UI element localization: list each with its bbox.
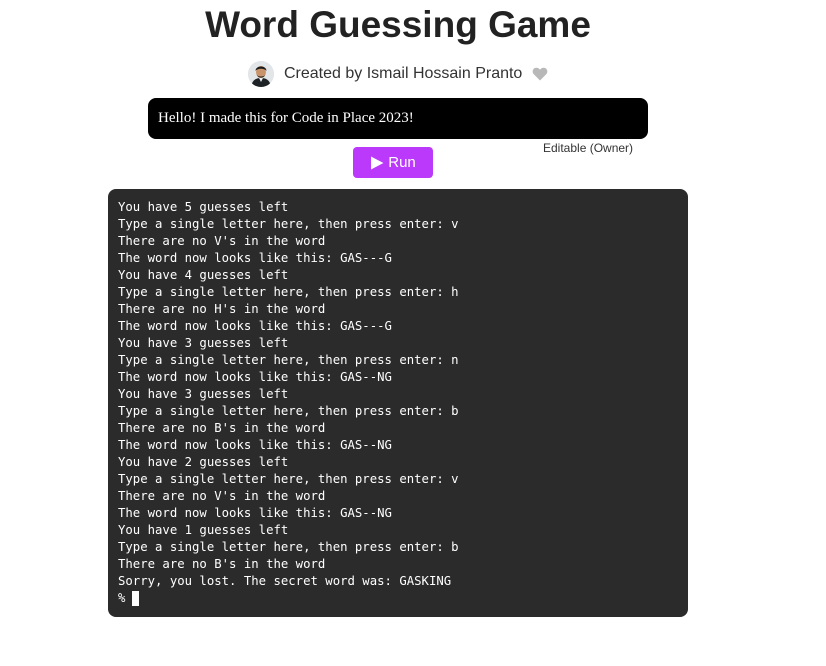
terminal-prompt-line[interactable]: %: [118, 590, 678, 607]
terminal-line: Type a single letter here, then press en…: [118, 472, 459, 486]
terminal-line: There are no B's in the word: [118, 557, 326, 571]
terminal-line: You have 3 guesses left: [118, 387, 289, 401]
terminal-line: You have 3 guesses left: [118, 336, 289, 350]
terminal-prompt: %: [118, 591, 126, 605]
heart-icon[interactable]: [532, 66, 548, 82]
run-button[interactable]: Run: [353, 147, 433, 178]
terminal-line: There are no V's in the word: [118, 234, 326, 248]
terminal-output[interactable]: You have 5 guesses left Type a single le…: [108, 189, 688, 617]
terminal-line: The word now looks like this: GAS---G: [118, 251, 392, 265]
play-icon: [370, 156, 384, 170]
terminal-line: Type a single letter here, then press en…: [118, 353, 459, 367]
terminal-line: You have 1 guesses left: [118, 523, 289, 537]
terminal-line: The word now looks like this: GAS--NG: [118, 370, 392, 384]
author-avatar[interactable]: [248, 61, 274, 87]
author-credit: Created by Ismail Hossain Pranto: [284, 65, 523, 82]
play-triangle: [371, 156, 384, 169]
terminal-line: The word now looks like this: GAS--NG: [118, 506, 392, 520]
terminal-line: Sorry, you lost. The secret word was: GA…: [118, 574, 452, 588]
terminal-cursor: [132, 591, 140, 606]
terminal-line: You have 4 guesses left: [118, 268, 289, 282]
edit-status-label: Editable (Owner): [543, 141, 634, 155]
terminal-line: There are no H's in the word: [118, 302, 326, 316]
avatar-image: [248, 61, 274, 87]
terminal-line: Type a single letter here, then press en…: [118, 285, 459, 299]
terminal-line: The word now looks like this: GAS--NG: [118, 438, 392, 452]
terminal-line: The word now looks like this: GAS---G: [118, 319, 392, 333]
terminal-line: You have 5 guesses left: [118, 200, 289, 214]
terminal-line: There are no V's in the word: [118, 489, 326, 503]
terminal-line: You have 2 guesses left: [118, 455, 289, 469]
terminal-line: Type a single letter here, then press en…: [118, 540, 459, 554]
terminal-line: Type a single letter here, then press en…: [118, 404, 459, 418]
terminal-line: There are no B's in the word: [118, 421, 326, 435]
author-byline: Created by Ismail Hossain Pranto: [248, 60, 548, 88]
terminal-line: Type a single letter here, then press en…: [118, 217, 459, 231]
page-title: Word Guessing Game: [205, 4, 591, 45]
heart-shape: [532, 67, 548, 81]
project-description[interactable]: Hello! I made this for Code in Place 202…: [148, 98, 648, 139]
run-button-label: Run: [388, 154, 416, 171]
